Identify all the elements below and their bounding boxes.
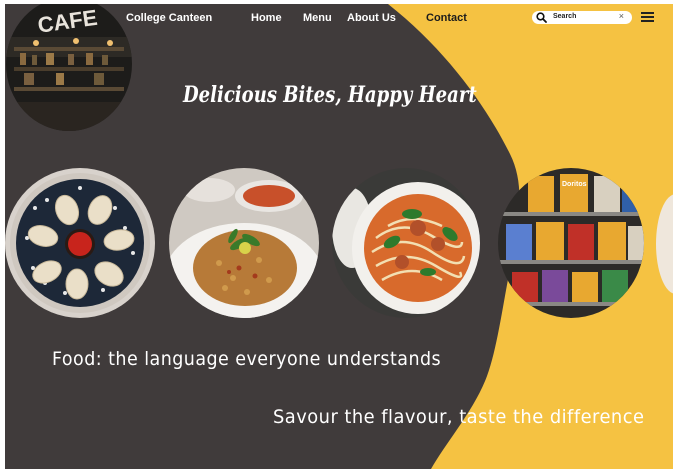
fried-rice-photo: [169, 168, 319, 318]
brand-name[interactable]: College Canteen: [126, 12, 212, 24]
nav-link-contact[interactable]: Contact: [426, 12, 467, 24]
search-input[interactable]: Search ×: [532, 11, 632, 24]
page-frame: College Canteen Home Menu About Us Conta…: [5, 4, 673, 469]
search-icon: [536, 12, 547, 23]
tagline-primary: Food: the language everyone understands: [52, 348, 442, 370]
noodle-soup-photo: [332, 168, 480, 318]
vending-brand-label: Doritos: [562, 181, 587, 188]
vending-machine-photo: Doritos: [498, 168, 644, 318]
nav-link-menu[interactable]: Menu: [303, 12, 332, 24]
search-placeholder: Search: [553, 13, 577, 20]
nav-link-about[interactable]: About Us: [347, 12, 396, 24]
nav-link-home[interactable]: Home: [251, 12, 282, 24]
clear-icon[interactable]: ×: [619, 11, 624, 21]
tagline-secondary: Savour the flavour, taste the difference: [273, 406, 645, 428]
momos-photo: [5, 168, 155, 318]
hero-headline: Delicious Bites, Happy Heart: [183, 82, 477, 108]
hamburger-menu-icon[interactable]: [641, 12, 654, 23]
